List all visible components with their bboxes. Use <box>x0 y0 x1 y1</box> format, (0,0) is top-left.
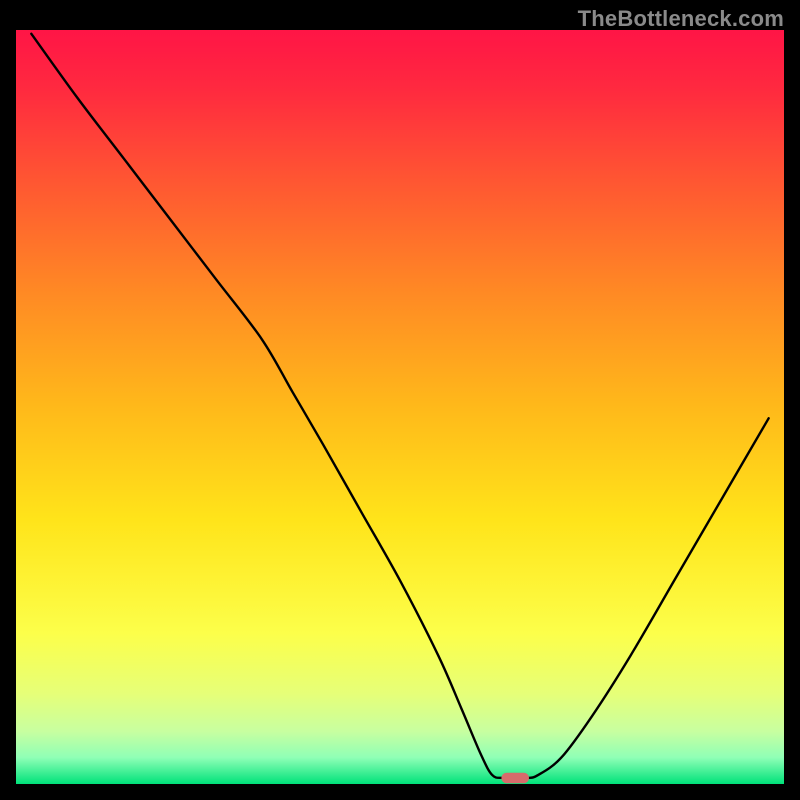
chart-plot-area <box>16 30 784 784</box>
watermark-text: TheBottleneck.com <box>578 6 784 32</box>
gradient-background <box>16 30 784 784</box>
optimal-marker <box>501 773 529 784</box>
chart-stage: TheBottleneck.com <box>0 0 800 800</box>
chart-svg <box>16 30 784 784</box>
